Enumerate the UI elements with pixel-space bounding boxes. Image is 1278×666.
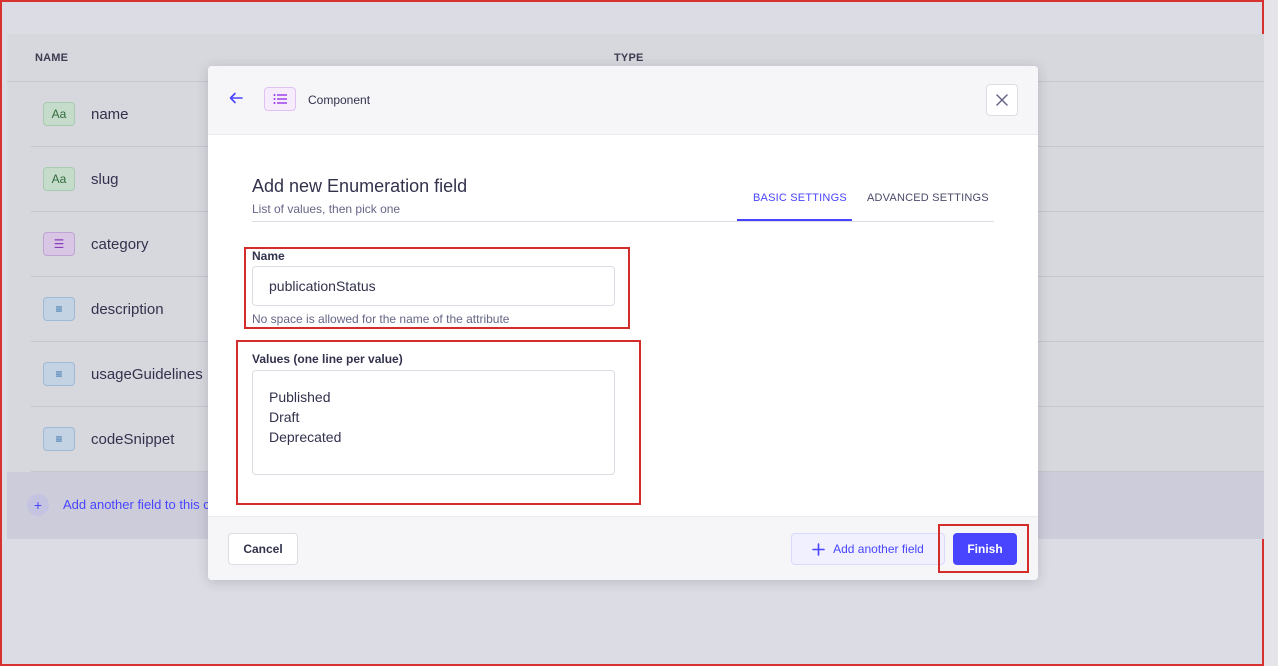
- plus-icon: [812, 542, 825, 556]
- value-line: Published: [269, 389, 331, 405]
- add-field-link[interactable]: Add another field to this co: [63, 497, 217, 512]
- rich-text-icon: ≡: [43, 362, 75, 386]
- finish-button[interactable]: Finish: [953, 533, 1017, 565]
- field-name: description: [91, 301, 164, 318]
- text-icon: Aa: [43, 102, 75, 126]
- values-field-label: Values (one line per value): [252, 352, 403, 366]
- modal-header: Component: [208, 66, 1038, 135]
- close-icon: [996, 94, 1008, 106]
- field-name: codeSnippet: [91, 431, 175, 448]
- add-another-field-button[interactable]: Add another field: [791, 533, 945, 565]
- settings-tabs: BASIC SETTINGS ADVANCED SETTINGS: [252, 181, 994, 222]
- column-name-header: NAME: [35, 52, 69, 64]
- modal-footer: Cancel Add another field Finish: [208, 516, 1038, 580]
- value-line: Deprecated: [269, 429, 342, 445]
- text-icon: Aa: [43, 167, 75, 191]
- breadcrumb: Component: [308, 93, 371, 107]
- name-field-label: Name: [252, 249, 285, 263]
- close-button[interactable]: [986, 84, 1018, 116]
- name-input[interactable]: [252, 266, 615, 306]
- name-field-hint: No space is allowed for the name of the …: [252, 312, 510, 326]
- rich-text-icon: ≡: [43, 427, 75, 451]
- back-arrow-icon[interactable]: [228, 90, 246, 110]
- enumeration-icon: ☰: [43, 232, 75, 256]
- enumeration-icon: [264, 87, 296, 111]
- rich-text-icon: ≡: [43, 297, 75, 321]
- value-line: Draft: [269, 409, 300, 425]
- tab-advanced-settings[interactable]: ADVANCED SETTINGS: [867, 192, 989, 204]
- active-tab-indicator: [737, 219, 852, 221]
- field-name: usageGuidelines: [91, 366, 203, 383]
- field-name: name: [91, 106, 129, 123]
- add-another-field-label: Add another field: [833, 542, 924, 556]
- column-type-header: TYPE: [614, 52, 644, 64]
- field-name: slug: [91, 171, 119, 188]
- field-name: category: [91, 236, 149, 253]
- tab-basic-settings[interactable]: BASIC SETTINGS: [753, 192, 847, 204]
- values-textarea[interactable]: Published Draft Deprecated: [252, 370, 615, 475]
- cancel-button[interactable]: Cancel: [228, 533, 298, 565]
- add-field-modal: Component Add new Enumeration field List…: [208, 66, 1038, 580]
- plus-circle-icon: +: [27, 494, 49, 516]
